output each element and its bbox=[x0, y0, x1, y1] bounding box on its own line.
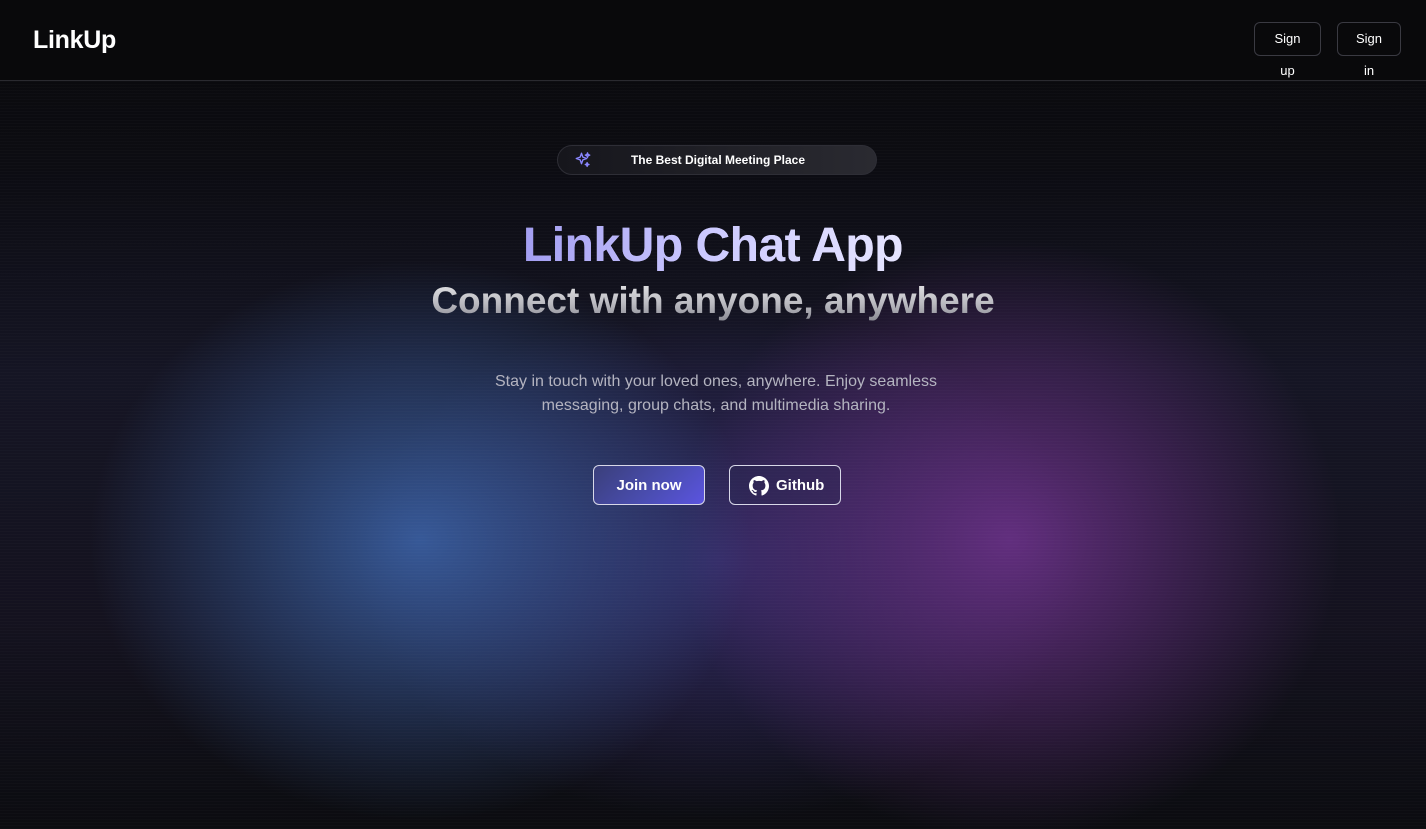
github-icon bbox=[749, 476, 769, 496]
hero-title-text: LinkUp Chat App bbox=[522, 219, 904, 272]
landing-page: LinkUp Sign up Sign in The Best Digital … bbox=[0, 0, 1426, 829]
top-navbar: LinkUp Sign up Sign in bbox=[0, 0, 1426, 81]
github-button[interactable]: Github bbox=[729, 465, 841, 505]
logo[interactable]: LinkUp bbox=[33, 26, 116, 55]
sign-up-button[interactable]: Sign up bbox=[1254, 22, 1321, 78]
hero-subtitle-text: Connect with anyone, anywhere bbox=[431, 280, 995, 321]
hero-subtitle: Connect with anyone, anywhere bbox=[0, 280, 1426, 322]
github-label: Github bbox=[776, 477, 825, 494]
sign-in-button[interactable]: Sign in bbox=[1337, 22, 1401, 78]
badge-text: The Best Digital Meeting Place bbox=[630, 153, 806, 167]
hero-title: LinkUp Chat App bbox=[0, 218, 1426, 273]
tagline-badge: The Best Digital Meeting Place bbox=[557, 145, 877, 175]
join-now-button[interactable]: Join now bbox=[593, 465, 705, 505]
hero-description: Stay in touch with your loved ones, anyw… bbox=[494, 373, 937, 414]
